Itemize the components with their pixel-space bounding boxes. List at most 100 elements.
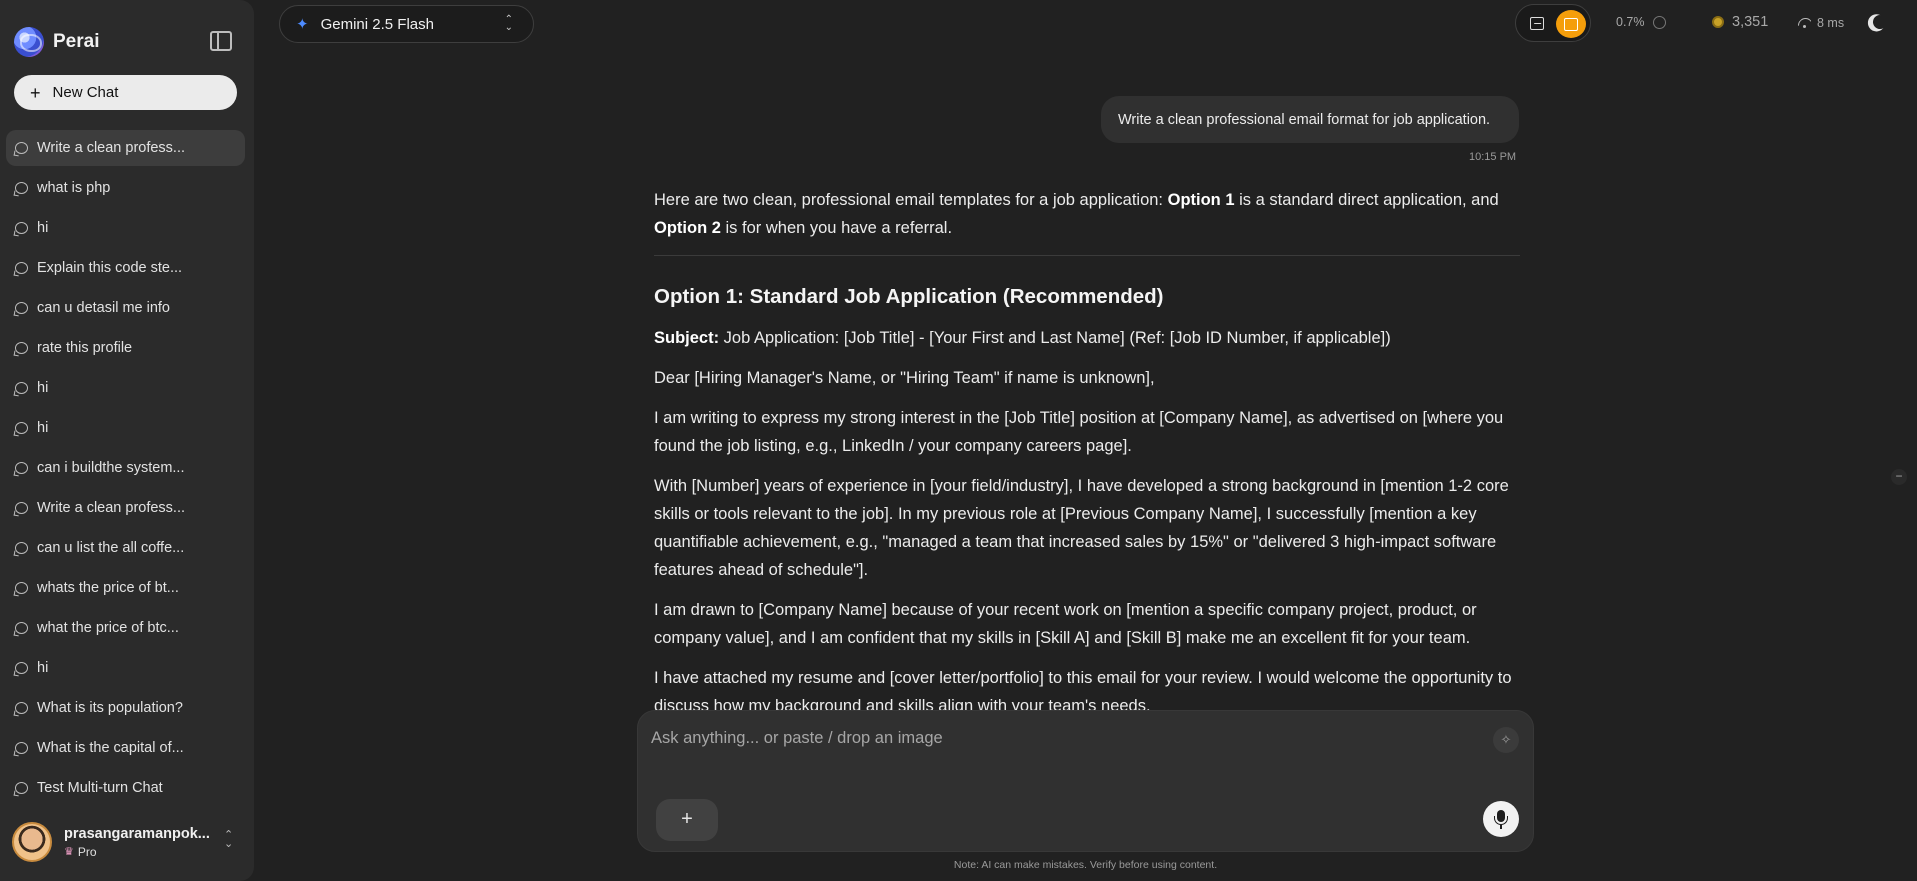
- attach-button[interactable]: +: [656, 799, 718, 841]
- user-plan: ♛ Pro: [64, 845, 210, 859]
- chat-bubble-icon: [15, 222, 28, 234]
- brand-name: Perai: [53, 31, 100, 52]
- image-icon[interactable]: [1530, 17, 1544, 30]
- prompt-input[interactable]: [651, 725, 1471, 751]
- collapse-icon[interactable]: −: [1891, 469, 1907, 485]
- model-name: Gemini 2.5 Flash: [320, 15, 434, 33]
- body-paragraph: I have attached my resume and [cover let…: [654, 669, 1512, 714]
- history-item[interactable]: hi: [6, 370, 245, 406]
- history-item-label: Write a clean profess...: [37, 500, 186, 516]
- history-item[interactable]: hi: [6, 210, 245, 246]
- user-message-text: Write a clean professional email format …: [1118, 111, 1491, 128]
- subject-line: Subject: Job Application: [Job Title] - …: [654, 329, 1391, 347]
- history-item[interactable]: Write a clean profess...: [6, 490, 245, 526]
- body-paragraph: I am writing to express my strong intere…: [654, 409, 1504, 455]
- history-item-label: What is its population?: [37, 700, 183, 716]
- gemini-sparkle-icon: ✦: [296, 16, 309, 33]
- chat-bubble-icon: [15, 462, 28, 474]
- chat-history-list: Write a clean profess... what is php hi …: [6, 130, 245, 810]
- plus-icon: +: [30, 82, 41, 103]
- history-item-label: hi: [37, 660, 49, 676]
- avatar: [12, 822, 52, 862]
- history-item[interactable]: Write a clean profess...: [6, 130, 245, 166]
- user-name: prasangaramanpok...: [64, 825, 210, 842]
- usage-indicator: 0.7%: [1616, 15, 1666, 29]
- history-item-label: Write a clean profess...: [37, 140, 186, 156]
- history-item[interactable]: what the price of btc...: [6, 610, 245, 646]
- chat-bubble-icon: [15, 582, 28, 594]
- chat-bubble-icon: [15, 302, 28, 314]
- history-item[interactable]: what is php: [6, 170, 245, 206]
- chat-bubble-icon: [15, 542, 28, 554]
- new-chat-label: New Chat: [52, 84, 119, 101]
- sidebar-toggle-icon[interactable]: [210, 31, 232, 51]
- chat-bubble-icon: [15, 502, 28, 514]
- magic-wand-icon[interactable]: ✧: [1493, 727, 1519, 753]
- history-item-label: can i buildthe system...: [37, 460, 185, 476]
- history-item-label: can u list the all coffe...: [37, 540, 185, 556]
- latency-value: 8 ms: [1817, 16, 1845, 30]
- history-item-label: Test Multi-turn Chat: [37, 780, 163, 796]
- chat-bubble-icon: [15, 742, 28, 754]
- intro-paragraph: Here are two clean, professional email t…: [654, 191, 1499, 237]
- composer: ✧ +: [637, 710, 1534, 852]
- plan-label: Pro: [77, 844, 97, 859]
- history-item-label: hi: [37, 220, 49, 236]
- user-message-bubble: Write a clean professional email format …: [1101, 96, 1519, 143]
- chat-bubble-icon: [15, 702, 28, 714]
- history-item-label: rate this profile: [37, 340, 133, 356]
- crown-icon: ♛: [64, 846, 74, 858]
- divider: [654, 255, 1520, 256]
- history-item[interactable]: Explain this code ste...: [6, 250, 245, 286]
- sidebar: Perai + New Chat Write a clean profess..…: [0, 0, 254, 881]
- history-item[interactable]: can u detasil me info: [6, 290, 245, 326]
- chat-bubble-icon: [15, 262, 28, 274]
- chevron-up-down-icon: ⌃ ⌄: [504, 14, 513, 33]
- history-item[interactable]: can u list the all coffe...: [6, 530, 245, 566]
- brand[interactable]: Perai: [14, 27, 99, 57]
- chat-bubble-icon: [15, 782, 28, 794]
- credits-value: 3,351: [1732, 14, 1769, 30]
- user-menu[interactable]: prasangaramanpok... ♛ Pro ⌃ ⌄: [12, 822, 242, 862]
- history-item-label: hi: [37, 420, 49, 436]
- history-item[interactable]: hi: [6, 410, 245, 446]
- assistant-response: Here are two clean, professional email t…: [654, 186, 1520, 714]
- history-item[interactable]: What is the capital of...: [6, 730, 245, 766]
- moon-icon[interactable]: [1871, 13, 1889, 31]
- user-info: prasangaramanpok... ♛ Pro: [64, 826, 210, 859]
- history-item-label: can u detasil me info: [37, 300, 170, 316]
- mode-toggle-group: [1515, 4, 1591, 42]
- chat-bubble-icon: [15, 422, 28, 434]
- chat-bubble-icon: [15, 382, 28, 394]
- brain-logo-icon: [14, 27, 44, 57]
- chat-bubble-icon: [15, 182, 28, 194]
- history-item-label: What is the capital of...: [37, 740, 184, 756]
- history-item-label: whats the price of bt...: [37, 580, 179, 596]
- history-item[interactable]: Test Multi-turn Chat: [6, 770, 245, 806]
- history-item[interactable]: whats the price of bt...: [6, 570, 245, 606]
- microphone-stand: [1494, 816, 1508, 825]
- calendar-icon[interactable]: [1556, 10, 1586, 38]
- greeting: Dear [Hiring Manager's Name, or "Hiring …: [654, 369, 1155, 387]
- new-chat-button[interactable]: + New Chat: [14, 75, 237, 110]
- history-item-label: what is php: [37, 180, 111, 196]
- history-item[interactable]: hi: [6, 650, 245, 686]
- history-item[interactable]: can i buildthe system...: [6, 450, 245, 486]
- message-timestamp: 10:15 PM: [1469, 151, 1517, 163]
- coin-icon: [1712, 16, 1724, 28]
- history-item[interactable]: What is its population?: [6, 690, 245, 726]
- usage-percent: 0.7%: [1616, 15, 1645, 29]
- chat-bubble-icon: [15, 342, 28, 354]
- history-item[interactable]: rate this profile: [6, 330, 245, 366]
- body-paragraph: I am drawn to [Company Name] because of …: [654, 601, 1477, 647]
- chat-bubble-icon: [15, 142, 28, 154]
- latency-indicator: 8 ms: [1798, 16, 1844, 30]
- model-selector[interactable]: ✦ Gemini 2.5 Flash ⌃ ⌄: [279, 5, 534, 43]
- chat-bubble-icon: [15, 662, 28, 674]
- history-item-label: Explain this code ste...: [37, 260, 183, 276]
- microphone-button[interactable]: [1483, 801, 1519, 837]
- microphone-foot: [1500, 825, 1502, 829]
- wifi-icon: [1798, 18, 1811, 28]
- chevron-up-down-icon: ⌃ ⌄: [224, 829, 234, 850]
- disclaimer-note: Note: AI can make mistakes. Verify befor…: [953, 859, 1218, 871]
